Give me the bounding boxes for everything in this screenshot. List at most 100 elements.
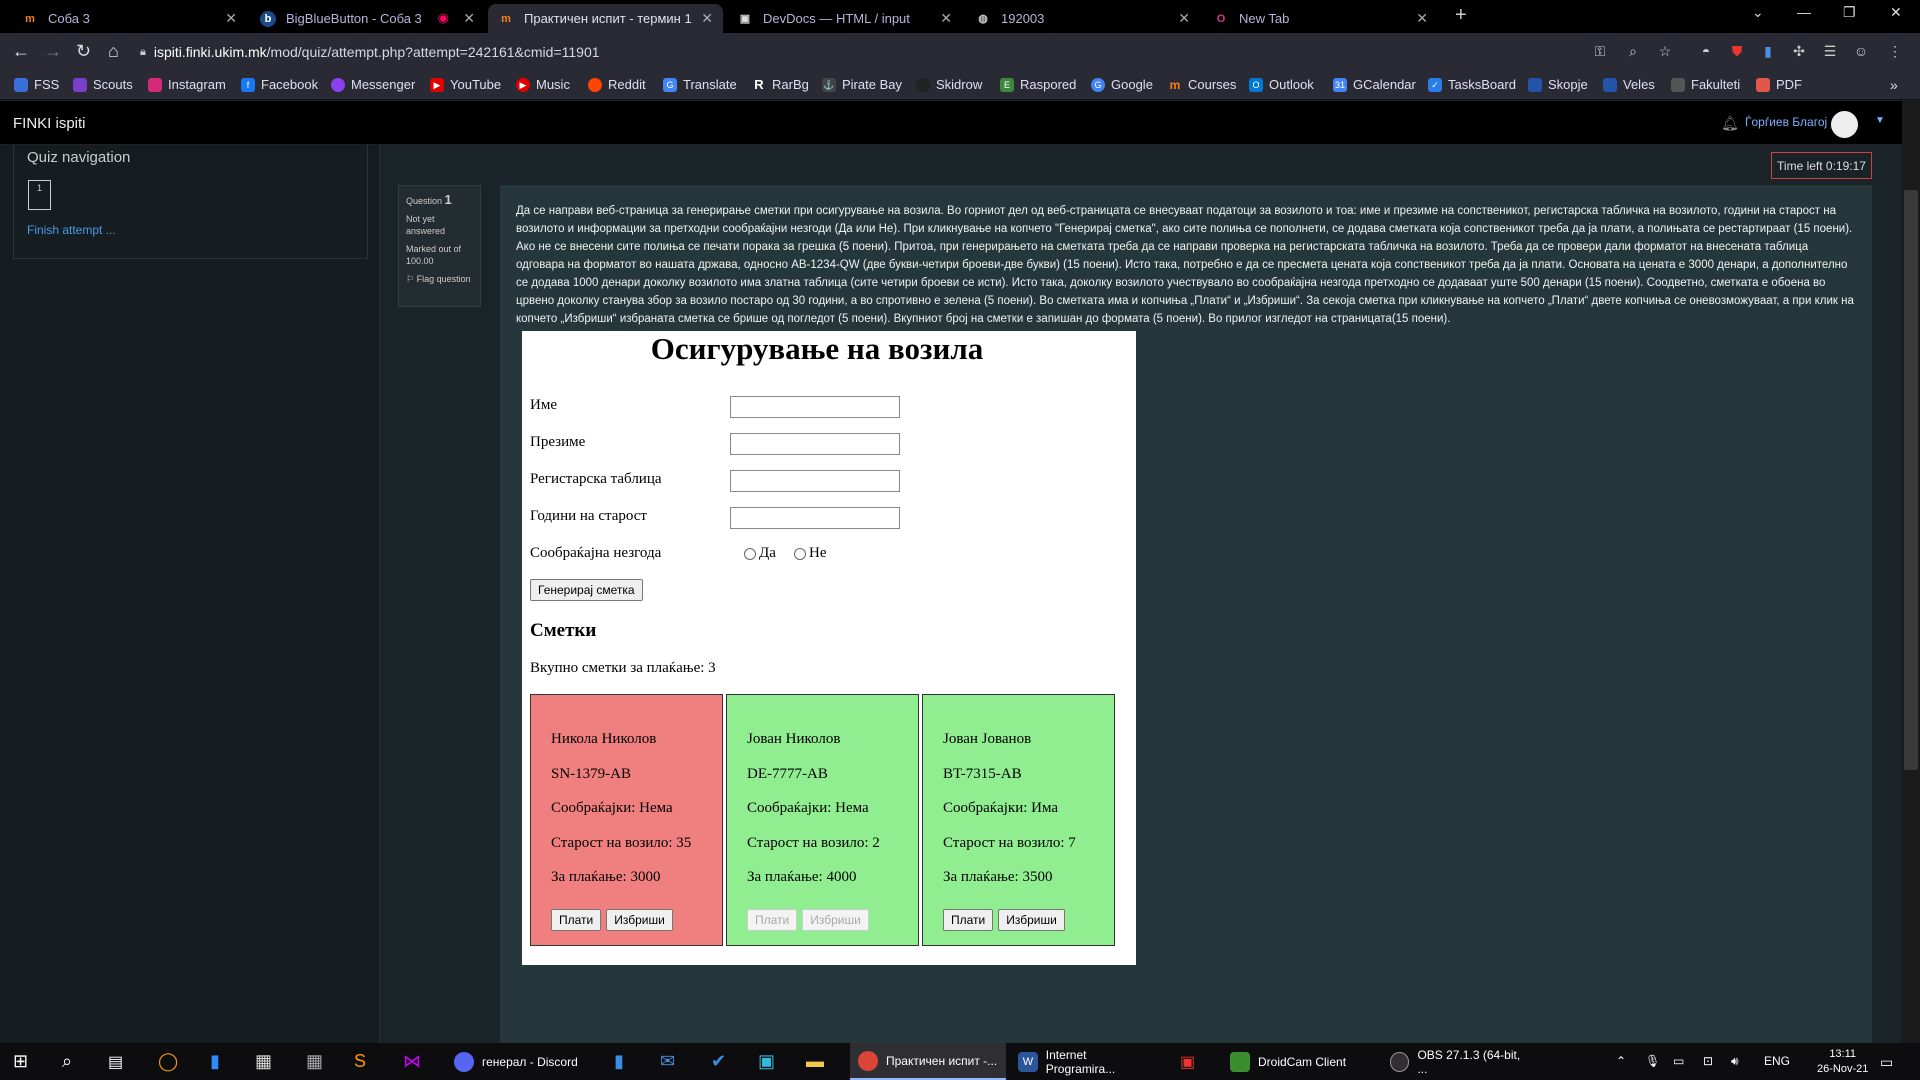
notifications-icon[interactable]: ▭ [1880,1054,1893,1071]
volume-icon[interactable]: 🔊︎ [1731,1054,1739,1069]
input-ime[interactable] [730,396,900,418]
chevron-down-icon[interactable]: ▼ [1875,115,1885,126]
bookmark-translate[interactable]: G Translate [663,77,737,92]
radio-yes[interactable] [744,547,756,560]
close-icon[interactable]: ✕ [463,10,475,27]
flag-question-link[interactable]: ⚐ Flag question [406,273,473,285]
bookmark-fakulteti[interactable]: Fakulteti [1671,77,1740,92]
taskbar-chrome[interactable]: Практичен испит -... [850,1043,1006,1080]
accident-no-option[interactable]: Не [794,545,827,562]
finish-attempt-link[interactable]: Finish attempt ... [27,223,116,237]
bookmark-pirate-bay[interactable]: ⚓ Pirate Bay [822,77,902,92]
screen-capture-icon[interactable]: ▣ [758,1043,775,1080]
zoom-icon[interactable]: ⌕ [1624,42,1642,60]
app-icon[interactable]: ▮ [614,1043,624,1080]
input-prezime[interactable] [730,433,900,455]
accident-yes-option[interactable]: Да [744,545,776,562]
avatar[interactable] [1831,111,1858,138]
bookmark-skopje[interactable]: Skopje [1528,77,1588,92]
tab-new-tab[interactable]: O New Tab ✕ [1203,4,1438,33]
bookmark-courses[interactable]: m Courses [1168,77,1237,92]
scrollbar-thumb[interactable] [1904,190,1918,770]
bookmark-instagram[interactable]: Instagram [148,77,226,92]
close-icon[interactable]: ✕ [701,10,713,27]
bookmark-reddit[interactable]: Reddit [588,77,646,92]
question-nav-button[interactable]: 1 [28,180,51,210]
forward-icon[interactable]: → [44,41,62,62]
bookmark-skidrow[interactable]: Skidrow [916,77,982,92]
close-icon[interactable]: ✕ [1416,10,1428,27]
more-bookmarks-icon[interactable]: » [1890,77,1898,93]
search-icon[interactable]: ⌕ [62,1043,72,1080]
delete-button[interactable]: Избриши [606,908,673,931]
bookmark-pdf[interactable]: PDF [1756,77,1802,92]
everything-search-icon[interactable]: ◯ [158,1043,178,1080]
todo-icon[interactable]: ✔ [711,1043,726,1080]
bookmark-rarbg[interactable]: R RarBg [752,77,809,92]
close-icon[interactable]: ✕ [225,10,237,27]
network-icon[interactable]: ⊡ [1703,1054,1713,1068]
bookmark-outlook[interactable]: O Outlook [1249,77,1314,92]
bookmark-youtube[interactable]: ▶ YouTube [430,77,501,92]
bookmark-facebook[interactable]: f Facebook [241,77,318,92]
bookmark-messenger[interactable]: Messenger [331,77,415,92]
taskbar-obs[interactable]: OBS 27.1.3 (64-bit, ... [1382,1043,1538,1080]
pay-button[interactable]: Плати [943,908,994,931]
bookmark-star-icon[interactable]: ☆ [1656,42,1674,60]
bookmark-veles[interactable]: Veles [1603,77,1655,92]
delete-button[interactable]: Избриши [998,908,1065,931]
close-icon[interactable]: ✕ [1178,10,1190,27]
clock[interactable]: 13:11 26-Nov-21 [1817,1047,1868,1077]
close-window-icon[interactable]: ✕ [1890,4,1902,21]
site-name[interactable]: FINKI ispiti [13,115,86,132]
tab-bigbluebutton[interactable]: b BigBlueButton - Соба 3 ◉ ✕ [250,4,485,33]
battery-icon[interactable]: ▭ [1673,1054,1684,1068]
radio-no[interactable] [794,547,806,560]
microphone-icon[interactable]: 🎙︎ [1645,1054,1660,1068]
mail-icon[interactable]: ✉ [660,1043,675,1080]
restore-icon[interactable]: ❐ [1843,4,1856,21]
taskbar-word[interactable]: W Internet Programira... [1010,1043,1166,1080]
home-icon[interactable]: ⌂ [108,41,119,62]
notepad-icon[interactable]: ▮ [210,1043,220,1080]
minimize-icon[interactable]: — [1797,4,1811,20]
tab-search-icon[interactable]: ⌄ [1752,4,1764,21]
tab-soba-3[interactable]: m Соба 3 ✕ [12,4,247,33]
jetbrains-icon[interactable]: ▣ [1180,1043,1195,1080]
generate-bill-button[interactable]: Генерирај сметка [530,579,643,601]
bookmark-raspored[interactable]: E Raspored [1000,77,1076,92]
visual-studio-icon[interactable]: ⋈ [403,1043,421,1080]
language-indicator[interactable]: ENG [1764,1054,1790,1068]
notification-bell-icon[interactable]: 🔔︎ [1721,115,1739,132]
tab-prakticen-ispit[interactable]: m Практичен испит - термин 1 ✕ [488,4,723,33]
sublime-icon[interactable]: S [354,1043,366,1080]
back-icon[interactable]: ← [12,41,30,62]
input-tablica[interactable] [730,470,900,492]
bookmark-fss[interactable]: FSS [14,77,59,92]
ublock-icon[interactable]: ⛊ [1728,42,1746,60]
extension-blue-icon[interactable]: ▮ [1759,42,1777,60]
task-view-icon[interactable]: ▤ [108,1043,123,1080]
bookmark-music[interactable]: ▶ Music [516,77,570,92]
close-icon[interactable]: ✕ [940,10,952,27]
tray-chevron-icon[interactable]: ⌃ [1616,1054,1626,1068]
menu-kebab-icon[interactable]: ⋮ [1886,42,1904,60]
calculator-icon[interactable]: ▦ [306,1043,323,1080]
input-godini[interactable] [730,507,900,529]
pay-button[interactable]: Плати [551,908,602,931]
taskbar-droidcam[interactable]: DroidCam Client [1222,1043,1378,1080]
profile-icon[interactable]: ☺ [1852,42,1870,60]
file-explorer-icon[interactable]: ▬ [806,1043,824,1080]
tab-devdocs[interactable]: ▣ DevDocs — HTML / input ✕ [727,4,962,33]
key-icon[interactable]: ⚿ [1591,42,1609,60]
bookmark-gcalendar[interactable]: 31 GCalendar [1333,77,1416,92]
bookmark-tasksboard[interactable]: ✓ TasksBoard [1428,77,1516,92]
bookmark-scouts[interactable]: Scouts [73,77,133,92]
url-field[interactable]: 🔒︎ ispiti.finki.ukim.mk/mod/quiz/attempt… [140,44,600,60]
reading-list-icon[interactable]: ☰ [1821,42,1839,60]
windows-start-icon[interactable]: ⊞ [13,1043,28,1080]
user-name[interactable]: Ѓорѓиев Благој [1745,115,1827,129]
bookmark-google[interactable]: G Google [1091,77,1153,92]
taskbar-discord[interactable]: генерал - Discord [446,1043,586,1080]
reload-icon[interactable]: ↻ [76,41,91,62]
